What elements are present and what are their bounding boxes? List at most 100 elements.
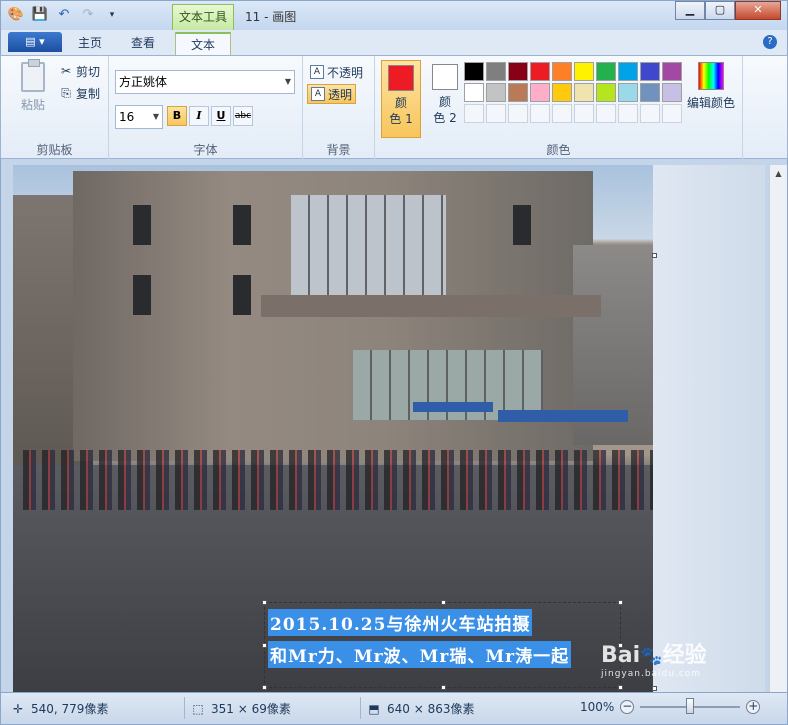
building-window [233,205,251,245]
palette-color-swatch[interactable] [530,62,550,81]
save-icon[interactable]: 💾 [31,6,49,24]
resize-handle[interactable] [262,600,267,605]
resize-handle[interactable] [262,643,267,648]
custom-color-slot[interactable] [596,104,616,123]
palette-color-swatch[interactable] [574,62,594,81]
font-group-label: 字体 [193,143,218,157]
scroll-up-icon[interactable]: ▲ [770,165,787,182]
window-controls: ▁ ▢ ✕ [675,1,781,20]
palette-color-swatch[interactable] [662,83,682,102]
cut-button[interactable]: ✂ 剪切 [59,62,100,80]
custom-color-slot[interactable] [574,104,594,123]
palette-color-swatch[interactable] [596,62,616,81]
font-size-select[interactable]: 16 ▼ [115,105,163,129]
copy-button[interactable]: ⎘ 复制 [59,84,100,102]
selection-icon: ⬚ [192,701,204,716]
paint-app-icon[interactable]: 🎨 [7,6,25,24]
colors-group-label: 颜色 [546,143,571,157]
color2-button[interactable]: 颜 色 2 [425,60,465,138]
resize-handle[interactable] [441,685,446,690]
custom-color-slot[interactable] [552,104,572,123]
zoom-slider[interactable] [640,698,741,714]
building-window [133,275,151,315]
palette-color-swatch[interactable] [508,83,528,102]
font-size-value: 16 [119,110,135,124]
move-cursor-icon: ✛ [12,701,24,716]
resize-handle[interactable] [618,600,623,605]
palette-color-swatch[interactable] [552,83,572,102]
palette-color-swatch[interactable] [640,62,660,81]
opaque-button[interactable]: A 不透明 [307,62,366,82]
zoom-out-icon[interactable]: − [620,700,635,714]
font-group: 方正姚体 ▼ 16 ▼ B I U abc 字体 [109,56,303,160]
tab-home[interactable]: 主页 [69,32,111,55]
palette-color-swatch[interactable] [552,62,572,81]
palette-color-swatch[interactable] [596,83,616,102]
customize-qat-icon[interactable]: ▾ [103,6,121,24]
color2-label-a: 颜 [438,95,451,109]
tab-view[interactable]: 查看 [121,32,165,55]
copy-icon: ⎘ [61,85,71,100]
palette-color-swatch[interactable] [574,83,594,102]
edit-colors-label: 编辑颜色 [686,96,735,110]
zoom-slider-thumb[interactable] [686,698,695,714]
resize-handle[interactable] [618,685,623,690]
bold-button[interactable]: B [167,106,187,126]
text-line-1[interactable]: 2015.10.25与徐州火车站拍摄 [268,609,533,636]
font-family-value: 方正姚体 [119,75,168,89]
palette-color-swatch[interactable] [662,62,682,81]
canvas-margin [653,165,765,692]
background-group: A 不透明 A 透明 背景 [303,56,375,160]
canvas-resize-handle[interactable] [652,686,657,691]
text-box[interactable]: 2015.10.25与徐州火车站拍摄 和Mr力、Mr波、Mr瑞、Mr涛一起 [262,600,623,690]
palette-color-swatch[interactable] [640,83,660,102]
palette-color-swatch[interactable] [486,83,506,102]
color-palette [464,62,682,123]
watermark-brand-2: 经验 [662,643,707,668]
canvas-resize-handle[interactable] [652,253,657,258]
custom-color-slot[interactable] [464,104,484,123]
font-family-select[interactable]: 方正姚体 ▼ [115,70,295,94]
custom-color-slot[interactable] [486,104,506,123]
text-line-2[interactable]: 和Mr力、Mr波、Mr瑞、Mr涛一起 [268,641,572,668]
undo-icon[interactable]: ↶ [55,6,73,24]
custom-color-slot[interactable] [662,104,682,123]
minimize-button[interactable]: ▁ [675,1,705,20]
palette-color-swatch[interactable] [530,83,550,102]
resize-handle[interactable] [441,600,446,605]
custom-color-slot[interactable] [508,104,528,123]
custom-color-slot[interactable] [640,104,660,123]
custom-color-slot[interactable] [618,104,638,123]
palette-color-swatch[interactable] [618,83,638,102]
close-button[interactable]: ✕ [735,1,781,20]
zoom-value: 100% [580,700,615,714]
help-icon[interactable]: ? [763,35,777,49]
edit-colors-button[interactable]: 编辑颜色 [686,62,736,111]
resize-handle[interactable] [262,685,267,690]
palette-color-swatch[interactable] [464,83,484,102]
color1-button[interactable]: 颜 色 1 [381,60,421,138]
paint-menu-button[interactable]: ▤ ▾ [8,32,62,52]
zoom-in-icon[interactable]: + [746,700,761,714]
strikethrough-button[interactable]: abc [233,106,253,126]
vertical-scrollbar[interactable]: ▲ [769,165,787,692]
italic-button[interactable]: I [189,106,209,126]
exit-sign [498,410,628,422]
tab-text[interactable]: 文本 [175,32,231,55]
canvas-area[interactable]: 2015.10.25与徐州火车站拍摄 和Mr力、Mr波、Mr瑞、Mr涛一起 ▲ … [0,159,788,692]
palette-color-swatch[interactable] [464,62,484,81]
background-group-label: 背景 [326,143,351,157]
palette-color-swatch[interactable] [618,62,638,81]
cut-label: 剪切 [76,64,101,79]
palette-color-swatch[interactable] [508,62,528,81]
redo-icon[interactable]: ↷ [79,6,97,24]
paste-button[interactable]: 粘贴 [13,59,53,113]
transparent-button[interactable]: A 透明 [307,84,357,104]
opaque-icon: A [310,65,324,79]
opaque-label: 不透明 [327,65,364,80]
palette-color-swatch[interactable] [486,62,506,81]
custom-color-slot[interactable] [530,104,550,123]
paste-label: 粘贴 [20,98,45,112]
underline-button[interactable]: U [211,106,231,126]
maximize-button[interactable]: ▢ [705,1,735,20]
